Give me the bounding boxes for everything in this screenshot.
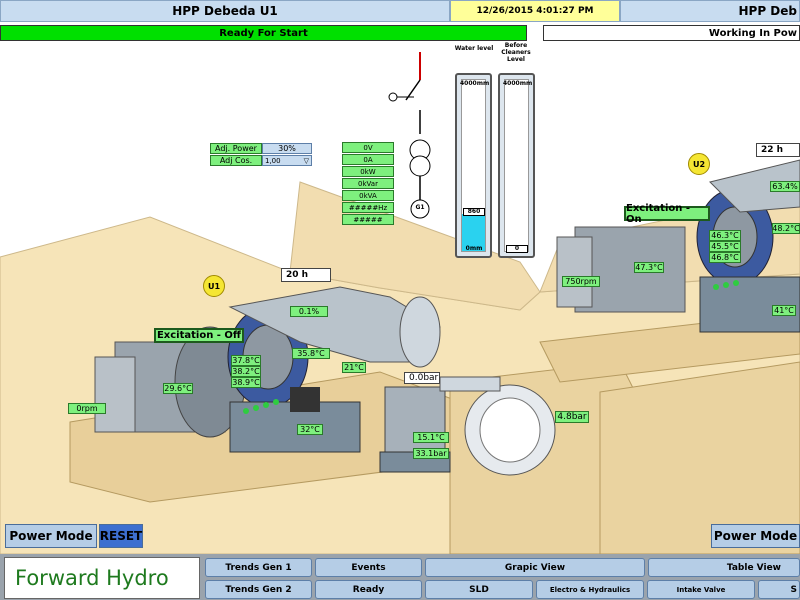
- nav-events[interactable]: Events: [315, 558, 422, 577]
- nav-electro-hydraulics[interactable]: Electro & Hydraulics: [536, 580, 644, 599]
- unit1-temp-winding-3: 38.9°C: [231, 377, 261, 388]
- readout-active-power: 0kW: [342, 166, 394, 177]
- unit1-temp-oil: 21°C: [342, 362, 366, 373]
- nav-more[interactable]: S: [758, 580, 800, 599]
- unit1-title: HPP Debeda U1: [0, 0, 450, 22]
- adj-power-input[interactable]: 30%: [262, 143, 312, 154]
- unit2-status: Working In Pow: [543, 25, 800, 41]
- readout-reactive-power: 0kVar: [342, 178, 394, 189]
- unit2-temp-generator: 47.3°C: [634, 262, 664, 273]
- unit1-open-pct: 0.1%: [290, 306, 328, 317]
- unit2-hours: 22 h: [756, 143, 800, 157]
- nav-table-view[interactable]: Table View: [648, 558, 800, 577]
- unit2-badge: U2: [688, 153, 710, 175]
- nav-trends-gen2[interactable]: Trends Gen 2: [205, 580, 312, 599]
- unit1-speed: 0rpm: [68, 403, 106, 414]
- unit2-title: HPP Deb: [620, 0, 800, 22]
- power-mode-button-left[interactable]: Power Mode: [5, 524, 97, 548]
- readout-apparent-power: 0kVA: [342, 190, 394, 201]
- unit1-temp-winding-2: 38.2°C: [231, 366, 261, 377]
- reset-button[interactable]: RESET: [99, 524, 143, 548]
- electrical-readouts: 0V 0A 0kW 0kVar 0kVA #####Hz #####: [342, 142, 394, 225]
- chevron-down-icon: ▽: [303, 156, 309, 165]
- nav-trends-gen1[interactable]: Trends Gen 1: [205, 558, 312, 577]
- unit2-excitation: Excitation - On: [624, 203, 710, 225]
- generator-label: G1: [415, 204, 425, 211]
- adj-power-label: Adj. Power: [210, 143, 262, 154]
- cleaners-level-inner: [504, 79, 529, 252]
- unit2-temp-oil: 41°C: [772, 305, 796, 316]
- unit1-temp-valve: 15.1°C: [413, 432, 449, 443]
- cleaners-top-label: 4000mm: [503, 80, 533, 87]
- unit1-pressure-valve: 33.1bar: [413, 448, 449, 459]
- unit1-hours: 20 h: [281, 268, 331, 282]
- unit1-temp-winding-1: 37.8°C: [231, 355, 261, 366]
- water-level-inner: [461, 79, 486, 252]
- water-level-tank: [455, 73, 492, 258]
- adj-cos-value: 1,00: [265, 156, 281, 165]
- unit1-pressure-large: 4.8bar: [555, 411, 589, 423]
- unit1-pressure-small: 0.0bar: [404, 372, 440, 384]
- unit2-temp-winding-1: 46.3°C: [709, 230, 741, 241]
- unit2-open-pct: 63.4%: [770, 181, 800, 192]
- brand-logo: Forward Hydro: [4, 557, 200, 599]
- adj-cos-label: Adj Cos.: [210, 155, 262, 166]
- unit2-speed: 750rpm: [562, 276, 600, 287]
- unit1-excitation: Excitation - Off: [154, 328, 244, 343]
- readout-extra: #####: [342, 214, 394, 225]
- readout-current: 0A: [342, 154, 394, 165]
- cleaners-level-value: 0: [506, 245, 528, 253]
- unit2-temp-bearing: 48.2°C: [772, 223, 800, 234]
- nav-graphic-view[interactable]: Grapic View: [425, 558, 645, 577]
- readout-frequency: #####Hz: [342, 202, 394, 213]
- unit2-temp-winding-2: 45.5°C: [709, 241, 741, 252]
- water-level-label: Water level: [454, 45, 494, 52]
- water-level-value: 860: [463, 208, 485, 216]
- before-cleaners-label: Before Cleaners Level: [501, 42, 531, 63]
- nav-ready[interactable]: Ready: [315, 580, 422, 599]
- power-mode-button-right[interactable]: Power Mode: [711, 524, 800, 548]
- unit1-status: Ready For Start: [0, 25, 527, 41]
- unit1-temp-bearing: 35.8°C: [292, 348, 330, 359]
- unit1-temp-generator: 29.6°C: [163, 383, 193, 394]
- readout-voltage: 0V: [342, 142, 394, 153]
- water-bottom-label: 0mm: [465, 245, 483, 252]
- nav-intake-valve[interactable]: Intake Valve: [647, 580, 755, 599]
- datetime: 12/26/2015 4:01:27 PM: [450, 0, 620, 22]
- nav-sld[interactable]: SLD: [425, 580, 533, 599]
- unit2-temp-winding-3: 46.8°C: [709, 252, 741, 263]
- adj-cos-select[interactable]: 1,00 ▽: [262, 155, 312, 166]
- cleaners-level-tank: [498, 73, 535, 258]
- unit1-badge: U1: [203, 275, 225, 297]
- water-top-label: 4000mm: [460, 80, 490, 87]
- unit1-temp-hpu: 32°C: [297, 424, 323, 435]
